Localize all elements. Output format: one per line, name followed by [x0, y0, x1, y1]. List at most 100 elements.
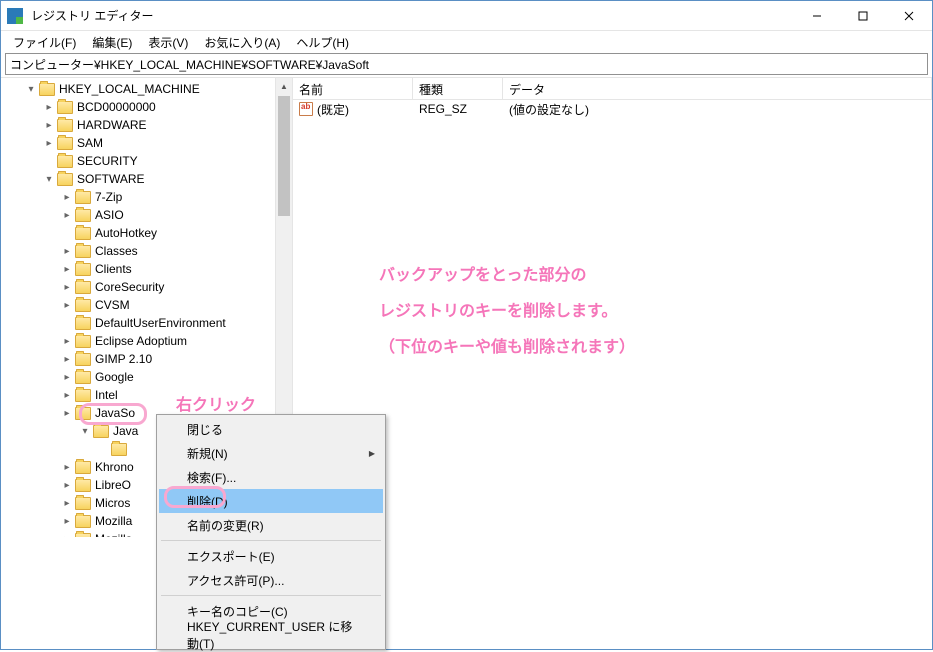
tree-item[interactable]: ▸Classes — [1, 242, 292, 260]
expander-icon[interactable]: ▸ — [59, 495, 75, 511]
folder-icon — [57, 155, 73, 168]
minimize-button[interactable] — [794, 1, 840, 31]
folder-icon — [75, 389, 91, 402]
window-title: レジストリ エディター — [31, 7, 794, 24]
expander-icon[interactable] — [59, 315, 75, 331]
window-controls — [794, 1, 932, 31]
col-data[interactable]: データ — [503, 78, 932, 99]
expander-icon[interactable]: ▸ — [41, 135, 57, 151]
close-button[interactable] — [886, 1, 932, 31]
maximize-button[interactable] — [840, 1, 886, 31]
expander-icon[interactable]: ▸ — [59, 189, 75, 205]
tree-label: GIMP 2.10 — [95, 352, 152, 366]
expander-icon[interactable]: ▸ — [59, 459, 75, 475]
folder-icon — [75, 407, 91, 420]
col-type[interactable]: 種類 — [413, 78, 503, 99]
expander-icon[interactable]: ▸ — [59, 405, 75, 421]
expander-icon[interactable]: ▸ — [41, 99, 57, 115]
tree-item[interactable]: AutoHotkey — [1, 224, 292, 242]
expander-icon[interactable]: ▸ — [59, 297, 75, 313]
scroll-up-button[interactable]: ▲ — [276, 78, 292, 95]
folder-icon — [75, 533, 91, 538]
ctx-find[interactable]: 検索(F)... — [159, 465, 383, 489]
tree-label: BCD00000000 — [77, 100, 156, 114]
expander-icon[interactable]: ▸ — [59, 513, 75, 529]
expander-icon[interactable]: ▸ — [59, 207, 75, 223]
menu-edit[interactable]: 編集(E) — [84, 32, 140, 53]
folder-icon — [93, 425, 109, 438]
expander-icon[interactable]: ▸ — [59, 333, 75, 349]
expander-icon[interactable]: ▸ — [59, 351, 75, 367]
menu-favorites[interactable]: お気に入り(A) — [196, 32, 288, 53]
ctx-goto-hkcu[interactable]: HKEY_CURRENT_USER に移動(T) — [159, 623, 383, 647]
folder-icon — [75, 515, 91, 528]
tree-item[interactable]: SECURITY — [1, 152, 292, 170]
tree-item[interactable]: ▸CVSM — [1, 296, 292, 314]
scroll-thumb[interactable] — [278, 96, 290, 216]
menubar: ファイル(F) 編集(E) 表示(V) お気に入り(A) ヘルプ(H) — [1, 31, 932, 53]
folder-icon — [75, 209, 91, 222]
tree-label: HKEY_LOCAL_MACHINE — [59, 82, 200, 96]
tree-item-root[interactable]: ▾ HKEY_LOCAL_MACHINE — [1, 80, 292, 98]
expander-icon[interactable]: ▸ — [59, 279, 75, 295]
list-header: 名前 種類 データ — [293, 78, 932, 100]
expander-icon[interactable]: ▾ — [23, 81, 39, 97]
col-name[interactable]: 名前 — [293, 78, 413, 99]
ctx-close[interactable]: 閉じる — [159, 417, 383, 441]
registry-editor-window: レジストリ エディター ファイル(F) 編集(E) 表示(V) お気に入り(A)… — [0, 0, 933, 650]
expander-icon[interactable]: ▸ — [59, 477, 75, 493]
expander-icon[interactable] — [41, 153, 57, 169]
folder-icon — [57, 137, 73, 150]
value-list-panel: 名前 種類 データ (既定) REG_SZ (値の設定なし) — [293, 78, 932, 537]
folder-icon — [75, 263, 91, 276]
tree-label: SOFTWARE — [77, 172, 145, 186]
tree-label: LibreO — [95, 478, 131, 492]
tree-item[interactable]: ▸ Clients — [1, 260, 292, 278]
tree-item[interactable]: ▾ SOFTWARE — [1, 170, 292, 188]
expander-icon[interactable]: ▸ — [59, 261, 75, 277]
folder-icon — [75, 497, 91, 510]
tree-item[interactable]: ▸ BCD00000000 — [1, 98, 292, 116]
ctx-export[interactable]: エクスポート(E) — [159, 544, 383, 568]
expander-icon[interactable]: ▾ — [77, 423, 93, 439]
tree-label: Google — [95, 370, 134, 384]
ctx-delete[interactable]: 削除(D) — [159, 489, 383, 513]
tree-item[interactable]: ▸Eclipse Adoptium — [1, 332, 292, 350]
tree-item[interactable]: ▸ASIO — [1, 206, 292, 224]
context-menu: 閉じる 新規(N) 検索(F)... 削除(D) 名前の変更(R) エクスポート… — [156, 414, 386, 650]
ctx-new[interactable]: 新規(N) — [159, 441, 383, 465]
ctx-permissions[interactable]: アクセス許可(P)... — [159, 568, 383, 592]
folder-icon — [75, 335, 91, 348]
tree-item[interactable]: ▸ GIMP 2.10 — [1, 350, 292, 368]
ctx-rename[interactable]: 名前の変更(R) — [159, 513, 383, 537]
expander-icon[interactable]: ▸ — [59, 369, 75, 385]
tree-item[interactable]: ▸ Google — [1, 368, 292, 386]
folder-icon — [75, 479, 91, 492]
folder-icon — [75, 299, 91, 312]
menu-file[interactable]: ファイル(F) — [5, 32, 84, 53]
expander-icon[interactable]: ▸ — [59, 243, 75, 259]
menu-help[interactable]: ヘルプ(H) — [288, 32, 357, 53]
expander-icon[interactable]: ▾ — [41, 171, 57, 187]
tree-label: Clients — [95, 262, 132, 276]
folder-icon — [75, 317, 91, 330]
expander-icon[interactable]: ▸ — [59, 387, 75, 403]
address-bar[interactable]: コンピューター¥HKEY_LOCAL_MACHINE¥SOFTWARE¥Java… — [5, 53, 928, 75]
value-row[interactable]: (既定) REG_SZ (値の設定なし) — [293, 100, 932, 118]
tree-item[interactable]: ▸7-Zip — [1, 188, 292, 206]
tree-item[interactable]: ▸SAM — [1, 134, 292, 152]
content-pane: ▾HKEY_LOCAL_MACHINE▸BCD00000000▸HARDWARE… — [1, 77, 932, 537]
expander-icon[interactable] — [59, 225, 75, 241]
tree-label: JavaSo — [95, 406, 135, 420]
tree-item[interactable]: ▸Intel — [1, 386, 292, 404]
expander-icon[interactable]: ▸ — [59, 531, 75, 537]
tree-item[interactable]: DefaultUserEnvironment — [1, 314, 292, 332]
ctx-separator — [161, 595, 381, 596]
tree-label: DefaultUserEnvironment — [95, 316, 226, 330]
menu-view[interactable]: 表示(V) — [140, 32, 196, 53]
tree-label: HARDWARE — [77, 118, 147, 132]
expander-icon[interactable] — [95, 441, 111, 457]
expander-icon[interactable]: ▸ — [41, 117, 57, 133]
tree-item[interactable]: ▸CoreSecurity — [1, 278, 292, 296]
tree-item[interactable]: ▸ HARDWARE — [1, 116, 292, 134]
